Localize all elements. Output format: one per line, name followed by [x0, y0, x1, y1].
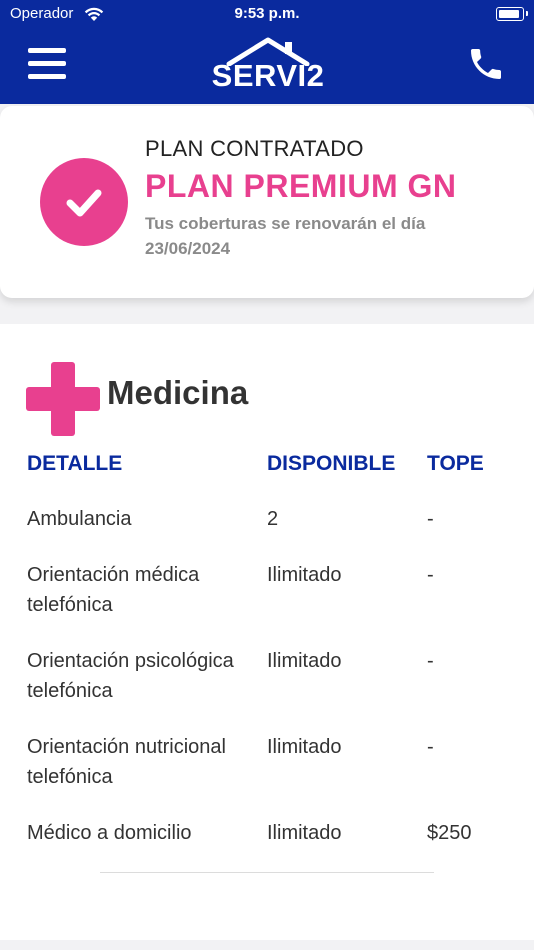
row-cap: - [427, 508, 434, 530]
plan-renewal-text: Tus coberturas se renovarán el día 23/06… [145, 211, 485, 261]
row-available: Ilimitado [267, 650, 342, 672]
battery-tip [526, 11, 528, 16]
row-detail: Ambulancia [27, 504, 263, 534]
column-header-available: DISPONIBLE [267, 452, 396, 475]
detail-text: Orientación médica [27, 564, 200, 586]
plan-card: PLAN CONTRATADO PLAN PREMIUM GN Tus cobe… [0, 106, 534, 298]
section-title: Medicina [107, 374, 249, 411]
section-divider [100, 872, 434, 873]
column-header-cap: TOPE [427, 452, 484, 475]
detail-text: Orientación nutricional [27, 736, 226, 758]
menu-icon-bar [28, 74, 66, 79]
row-detail: Orientación nutricional telefónica [27, 732, 263, 792]
menu-icon-bar [28, 48, 66, 53]
detail-text: telefónica [27, 680, 113, 702]
detail-text: telefónica [27, 766, 113, 788]
battery-icon [496, 7, 524, 21]
renewal-line: Tus coberturas se renovarán el día [145, 214, 426, 233]
row-cap: - [427, 564, 434, 586]
logo-text: SERVI2 [211, 58, 325, 93]
row-cap: - [427, 736, 434, 758]
row-detail: Médico a domicilio [27, 818, 263, 848]
app-header: Operador 9:53 p.m. SERVI2 [0, 0, 534, 104]
row-available: Ilimitado [267, 822, 342, 844]
menu-icon-bar [28, 61, 66, 66]
check-icon [66, 189, 102, 217]
detail-text: Orientación psicológica [27, 650, 234, 672]
coverage-section: Medicina DETALLE DISPONIBLE TOPE Ambulan… [0, 324, 534, 940]
medical-cross-icon [26, 362, 100, 436]
phone-icon [471, 49, 501, 79]
menu-button[interactable] [28, 48, 68, 80]
plan-name: PLAN PREMIUM GN [145, 168, 457, 204]
row-cap: - [427, 650, 434, 672]
detail-text: telefónica [27, 594, 113, 616]
clock: 9:53 p.m. [234, 5, 300, 22]
call-button[interactable] [466, 44, 506, 84]
row-detail: Orientación médica telefónica [27, 560, 263, 620]
row-available: Ilimitado [267, 736, 342, 758]
plan-label: PLAN CONTRATADO [145, 136, 364, 161]
status-bar: Operador 9:53 p.m. [0, 0, 534, 28]
app-logo: SERVI2 [207, 36, 329, 98]
column-header-detail: DETALLE [27, 452, 123, 475]
row-available: Ilimitado [267, 564, 342, 586]
row-detail: Orientación psicológica telefónica [27, 646, 263, 706]
plan-status-badge [40, 158, 128, 246]
detail-text: Médico a domicilio [27, 822, 192, 844]
row-cap: $250 [427, 822, 472, 844]
detail-text: Ambulancia [27, 508, 132, 530]
row-available: 2 [267, 508, 279, 530]
renewal-date: 23/06/2024 [145, 239, 231, 258]
